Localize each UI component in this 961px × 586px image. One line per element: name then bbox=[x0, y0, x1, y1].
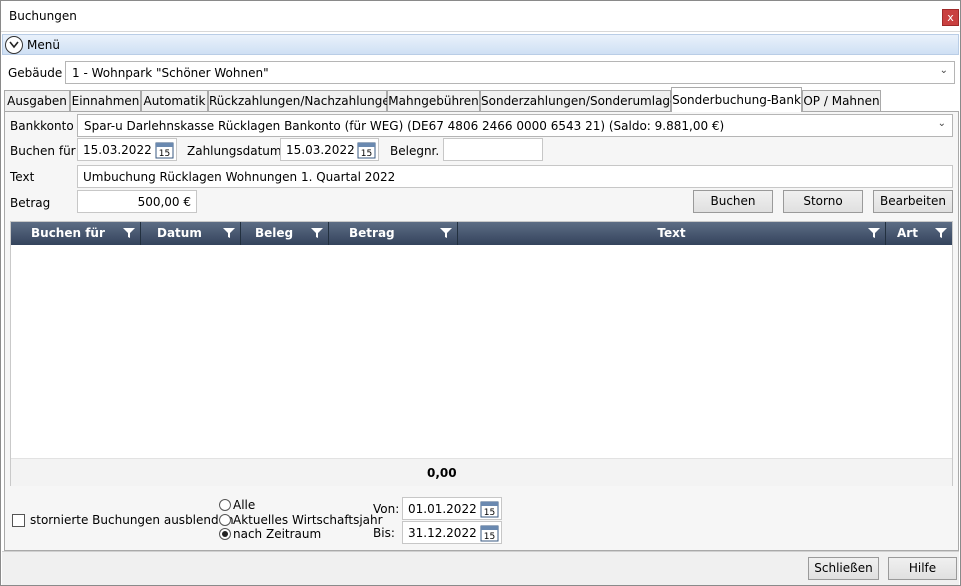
chevron-down-icon: ⌄ bbox=[937, 118, 946, 129]
gebaeude-select[interactable]: 1 - Wohnpark "Schöner Wohnen" ⌄ bbox=[65, 61, 955, 84]
bis-value: 31.12.2022 bbox=[408, 526, 477, 540]
text-input[interactable]: Umbuchung Rücklagen Wohnungen 1. Quartal… bbox=[77, 165, 953, 188]
calendar-day: 15 bbox=[361, 149, 372, 159]
radio-alle[interactable] bbox=[219, 499, 231, 511]
buchungen-window: Buchungen x Menü Gebäude 1 - Wohnpark "S… bbox=[0, 0, 961, 586]
belegnr-label: Belegnr. bbox=[390, 144, 440, 158]
calendar-icon[interactable]: 15 bbox=[480, 524, 499, 542]
filter-icon[interactable] bbox=[868, 227, 880, 239]
zahlungsdatum-date[interactable]: 15.03.2022 15 bbox=[280, 138, 379, 161]
column-header-buchen-fuer[interactable]: Buchen für bbox=[11, 222, 141, 245]
grid-header: Buchen für Datum Beleg Betrag Text Art bbox=[11, 222, 952, 245]
column-title: Betrag bbox=[349, 226, 395, 240]
tab-rueckzahlungen[interactable]: Rückzahlungen/Nachzahlungen bbox=[208, 90, 397, 111]
column-title: Text bbox=[657, 226, 686, 240]
window-title: Buchungen bbox=[9, 9, 77, 23]
column-title: Beleg bbox=[255, 226, 294, 240]
tab-sonderzahlungen[interactable]: Sonderzahlungen/Sonderumlagen bbox=[480, 90, 685, 111]
radio-zeitraum-label[interactable]: nach Zeitraum bbox=[233, 527, 321, 541]
hide-storno-label[interactable]: stornierte Buchungen ausblenden bbox=[30, 513, 234, 527]
von-label: Von: bbox=[373, 502, 400, 516]
tab-sonderbuchung-bank[interactable]: Sonderbuchung-Bank bbox=[671, 87, 802, 112]
hilfe-button[interactable]: Hilfe bbox=[888, 557, 957, 580]
column-header-art[interactable]: Art bbox=[886, 222, 952, 245]
radio-wirtschaftsjahr[interactable] bbox=[219, 514, 231, 526]
belegnr-input[interactable] bbox=[443, 138, 543, 161]
column-title: Datum bbox=[157, 226, 202, 240]
column-header-beleg[interactable]: Beleg bbox=[241, 222, 329, 245]
schliessen-button[interactable]: Schließen bbox=[808, 557, 879, 580]
chevron-down-icon: ⌄ bbox=[939, 65, 948, 76]
column-header-text[interactable]: Text bbox=[458, 222, 886, 245]
bankkonto-select[interactable]: Spar-u Darlehnskasse Rücklagen Bankonto … bbox=[77, 114, 953, 137]
radio-alle-label[interactable]: Alle bbox=[233, 498, 255, 512]
betrag-input[interactable]: 500,00 € bbox=[77, 190, 197, 213]
tab-einnahmen[interactable]: Einnahmen bbox=[70, 90, 141, 111]
column-title: Art bbox=[897, 226, 918, 240]
radio-zeitraum[interactable] bbox=[219, 528, 231, 540]
buchungen-grid: Buchen für Datum Beleg Betrag Text Art 0… bbox=[10, 221, 953, 486]
tab-automatik[interactable]: Automatik bbox=[141, 90, 208, 111]
filter-icon[interactable] bbox=[935, 227, 947, 239]
von-value: 01.01.2022 bbox=[408, 502, 477, 516]
storno-button[interactable]: Storno bbox=[783, 190, 863, 213]
buchen-fuer-value: 15.03.2022 bbox=[83, 143, 152, 157]
text-label: Text bbox=[10, 170, 35, 184]
hide-storno-checkbox[interactable] bbox=[12, 514, 25, 527]
filter-icon[interactable] bbox=[123, 227, 135, 239]
zahlungsdatum-value: 15.03.2022 bbox=[286, 143, 355, 157]
buchen-fuer-label: Buchen für bbox=[10, 144, 76, 158]
tab-ausgaben[interactable]: Ausgaben bbox=[4, 90, 70, 111]
text-value: Umbuchung Rücklagen Wohnungen 1. Quartal… bbox=[83, 170, 396, 184]
betrag-value: 500,00 € bbox=[137, 195, 191, 209]
close-button[interactable]: x bbox=[942, 9, 959, 26]
menu-label[interactable]: Menü bbox=[27, 38, 60, 52]
von-date[interactable]: 01.01.2022 15 bbox=[402, 497, 502, 520]
grid-summary-row: 0,00 bbox=[11, 458, 952, 486]
title-bar: Buchungen x bbox=[1, 1, 960, 32]
gebaeude-value: 1 - Wohnpark "Schöner Wohnen" bbox=[72, 66, 269, 80]
filter-icon[interactable] bbox=[311, 227, 323, 239]
calendar-day: 15 bbox=[159, 149, 170, 159]
menu-bar[interactable]: Menü bbox=[2, 34, 959, 55]
bearbeiten-button[interactable]: Bearbeiten bbox=[873, 190, 953, 213]
bankkonto-value: Spar-u Darlehnskasse Rücklagen Bankonto … bbox=[84, 119, 725, 133]
calendar-day: 15 bbox=[484, 532, 495, 542]
tab-mahngebuehren[interactable]: Mahngebühren bbox=[387, 90, 480, 111]
calendar-icon[interactable]: 15 bbox=[155, 141, 174, 159]
bankkonto-label: Bankkonto bbox=[10, 119, 74, 133]
betrag-sum: 0,00 bbox=[427, 466, 457, 480]
filter-icon[interactable] bbox=[223, 227, 235, 239]
column-header-datum[interactable]: Datum bbox=[141, 222, 241, 245]
betrag-label: Betrag bbox=[10, 196, 51, 210]
calendar-day: 15 bbox=[484, 508, 495, 518]
radio-wirtschaftsjahr-label[interactable]: Aktuelles Wirtschaftsjahr bbox=[233, 513, 383, 527]
buchen-fuer-date[interactable]: 15.03.2022 15 bbox=[77, 138, 177, 161]
bis-label: Bis: bbox=[373, 526, 395, 540]
dialog-footer: Schließen Hilfe bbox=[2, 551, 959, 585]
bis-date[interactable]: 31.12.2022 15 bbox=[402, 521, 502, 544]
column-title: Buchen für bbox=[31, 226, 105, 240]
filter-icon[interactable] bbox=[440, 227, 452, 239]
chevron-down-icon[interactable] bbox=[5, 36, 23, 54]
calendar-icon[interactable]: 15 bbox=[480, 500, 499, 518]
zahlungsdatum-label: Zahlungsdatum bbox=[187, 144, 282, 158]
calendar-icon[interactable]: 15 bbox=[357, 141, 376, 159]
buchen-button[interactable]: Buchen bbox=[693, 190, 773, 213]
tab-op-mahnen[interactable]: OP / Mahnen bbox=[802, 90, 881, 111]
gebaeude-label: Gebäude bbox=[8, 66, 63, 80]
column-header-betrag[interactable]: Betrag bbox=[329, 222, 458, 245]
